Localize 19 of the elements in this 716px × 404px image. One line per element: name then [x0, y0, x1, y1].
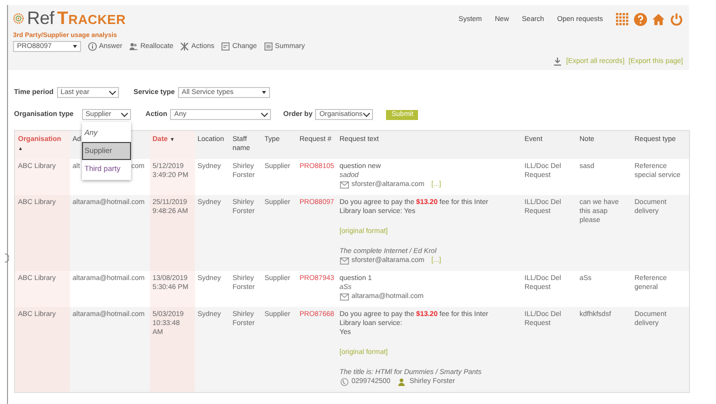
logo-icon	[13, 13, 24, 24]
people-icon	[129, 42, 138, 51]
asterisk-icon	[180, 42, 190, 51]
power-icon[interactable]	[670, 13, 683, 26]
apps-grid-icon[interactable]	[616, 13, 629, 26]
help-icon[interactable]	[634, 13, 647, 26]
envelope-icon	[340, 292, 348, 300]
logo-suffix: TRACKER	[57, 8, 126, 29]
phone-icon	[340, 378, 348, 386]
envelope-icon	[340, 256, 348, 264]
list-icon	[264, 42, 273, 51]
logo-prefix: Ref	[27, 8, 54, 29]
document-icon	[221, 42, 230, 51]
home-icon[interactable]	[652, 13, 665, 26]
download-icon[interactable]	[553, 57, 562, 66]
info-icon	[88, 42, 97, 51]
person-icon	[397, 378, 406, 386]
collapse-handle-icon[interactable]	[4, 252, 9, 264]
envelope-icon	[340, 180, 348, 188]
